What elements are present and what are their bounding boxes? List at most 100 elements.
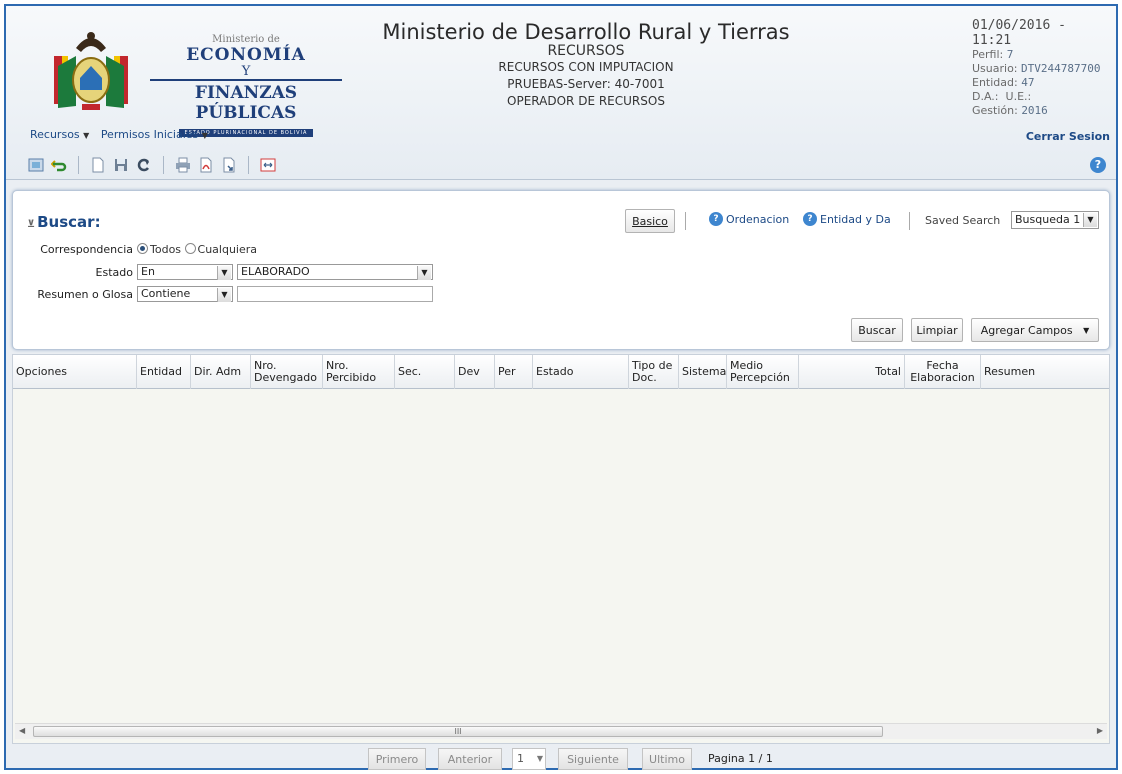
chevron-down-icon: ▼ bbox=[217, 288, 231, 302]
entidad-line: Entidad: 47 bbox=[972, 76, 1112, 90]
col-dev[interactable]: Dev bbox=[455, 355, 495, 389]
grid-header: Opciones Entidad Dir. Adm Nro. Devengado… bbox=[13, 355, 1109, 389]
chevron-down-icon: ▼ bbox=[1083, 213, 1097, 227]
resumen-operator-select[interactable]: Contiene ▼ bbox=[137, 286, 233, 302]
chevron-down-icon: ▼ bbox=[83, 131, 90, 140]
new-document-icon[interactable] bbox=[88, 155, 108, 175]
col-sec[interactable]: Sec. bbox=[395, 355, 455, 389]
help-circle-icon: ? bbox=[803, 212, 817, 226]
gestion-label: Gestión: bbox=[972, 104, 1018, 117]
chevron-down-icon: ▼ bbox=[536, 754, 543, 763]
logo-small-text: Ministerio de bbox=[212, 34, 280, 45]
radio-off-icon bbox=[184, 243, 196, 254]
last-page-button[interactable]: Ultimo bbox=[642, 748, 692, 770]
horizontal-scrollbar[interactable]: ◀ III ▶ bbox=[15, 723, 1107, 739]
agregar-campos-label: Agregar Campos bbox=[980, 323, 1073, 337]
scroll-right-icon[interactable]: ▶ bbox=[1097, 726, 1103, 735]
estado-operator-value: En bbox=[141, 265, 155, 278]
perfil-label: Perfil: bbox=[972, 48, 1004, 61]
basico-button[interactable]: Basico bbox=[625, 209, 675, 233]
toolbar-separator bbox=[78, 156, 79, 174]
limpiar-button[interactable]: Limpiar bbox=[911, 318, 963, 342]
search-panel: ⊻ Buscar: Basico ? Ordenacion ? Entidad y D… bbox=[12, 190, 1110, 350]
logo: Ministerio de ECONOMÍA Y FINANZAS PÚBLIC… bbox=[46, 26, 346, 137]
pdf-icon[interactable] bbox=[196, 155, 216, 175]
col-medio-percepcion[interactable]: Medio Percepción bbox=[727, 355, 799, 389]
search-title-label: Buscar: bbox=[37, 213, 101, 231]
col-nro-percibido[interactable]: Nro. Percibido bbox=[323, 355, 395, 389]
col-estado[interactable]: Estado bbox=[533, 355, 629, 389]
scroll-thumb[interactable]: III bbox=[33, 726, 883, 737]
header: Ministerio de ECONOMÍA Y FINANZAS PÚBLIC… bbox=[6, 6, 1116, 180]
logo-economia: ECONOMÍA bbox=[186, 45, 306, 65]
browse-icon[interactable] bbox=[26, 155, 46, 175]
radio-cualquiera[interactable]: Cualquiera bbox=[184, 243, 257, 256]
save-icon[interactable] bbox=[111, 155, 131, 175]
estado-value-select[interactable]: ELABORADO ▼ bbox=[237, 264, 433, 280]
export-icon[interactable] bbox=[219, 155, 239, 175]
module-title: RECURSOS bbox=[547, 43, 625, 59]
fit-width-icon[interactable] bbox=[258, 155, 278, 175]
chevron-down-icon: ▼ bbox=[1083, 325, 1090, 335]
col-fecha-elaboracion[interactable]: Fecha Elaboracion bbox=[905, 355, 981, 389]
ordenacion-link[interactable]: ? Ordenacion bbox=[709, 212, 789, 226]
saved-search-select[interactable]: Busqueda 1 ▼ bbox=[1011, 211, 1099, 229]
col-per[interactable]: Per bbox=[495, 355, 533, 389]
logout-link[interactable]: Cerrar Sesion bbox=[1026, 130, 1110, 143]
search-title[interactable]: ⊻ Buscar: bbox=[27, 213, 101, 231]
col-resumen[interactable]: Resumen bbox=[981, 355, 1109, 389]
submodule-title: RECURSOS CON IMPUTACION bbox=[498, 60, 674, 74]
ordenacion-label: Ordenacion bbox=[726, 212, 790, 226]
menu-permisos-label: Permisos Iniciales bbox=[100, 128, 199, 141]
correspondencia-label: Correspondencia bbox=[40, 243, 133, 256]
scroll-left-icon[interactable]: ◀ bbox=[19, 726, 25, 735]
perfil-line: Perfil: 7 bbox=[972, 48, 1112, 62]
chevron-down-icon: ▼ bbox=[201, 131, 208, 140]
logo-y: Y bbox=[150, 65, 342, 81]
menu-recursos[interactable]: Recursos ▼ bbox=[30, 128, 89, 141]
chevron-down-icon: ▼ bbox=[417, 266, 431, 280]
col-entidad[interactable]: Entidad bbox=[137, 355, 191, 389]
col-total[interactable]: Total bbox=[799, 355, 905, 389]
ministry-logo-text: Ministerio de ECONOMÍA Y FINANZAS PÚBLIC… bbox=[146, 34, 346, 137]
resumen-input[interactable] bbox=[237, 286, 433, 302]
collapse-toggle-icon[interactable]: ⊻ bbox=[27, 219, 35, 230]
first-page-button[interactable]: Primero bbox=[368, 748, 426, 770]
col-nro-devengado[interactable]: Nro. Devengado bbox=[251, 355, 323, 389]
entidad-link[interactable]: ? Entidad y Da bbox=[803, 212, 891, 226]
agregar-campos-button[interactable]: Agregar Campos ▼ bbox=[971, 318, 1099, 342]
next-page-button[interactable]: Siguiente bbox=[558, 748, 628, 770]
menu-recursos-label: Recursos bbox=[30, 128, 80, 141]
radio-on-icon bbox=[137, 243, 148, 254]
radio-todos[interactable]: Todos bbox=[137, 243, 181, 256]
header-title-block: Ministerio de Desarrollo Rural y Tierras… bbox=[366, 20, 806, 110]
perfil-value: 7 bbox=[1006, 48, 1014, 61]
entidad-value: 47 bbox=[1021, 76, 1035, 89]
role-title: OPERADOR DE RECURSOS bbox=[507, 94, 665, 108]
separator bbox=[909, 212, 910, 230]
col-sistema[interactable]: Sistema bbox=[679, 355, 727, 389]
pagination: Primero Anterior 1 ▼ Siguiente Ultimo Pag… bbox=[6, 748, 1116, 770]
buscar-button[interactable]: Buscar bbox=[851, 318, 903, 342]
undo-icon[interactable] bbox=[49, 155, 69, 175]
menu-permisos-iniciales[interactable]: Permisos Iniciales ▼ bbox=[101, 128, 208, 141]
correspondencia-radios: Todos Cualquiera bbox=[137, 243, 257, 256]
da-label: D.A.: bbox=[972, 90, 999, 103]
todos-label: Todos bbox=[150, 243, 182, 256]
col-opciones[interactable]: Opciones bbox=[13, 355, 137, 389]
estado-operator-select[interactable]: En ▼ bbox=[137, 264, 233, 280]
col-dir-adm[interactable]: Dir. Adm bbox=[191, 355, 251, 389]
col-tipo-doc[interactable]: Tipo de Doc. bbox=[629, 355, 679, 389]
gestion-line: Gestión: 2016 bbox=[972, 104, 1112, 118]
chevron-down-icon: ▼ bbox=[217, 266, 231, 280]
separator bbox=[685, 212, 686, 230]
page-select[interactable]: 1 ▼ bbox=[512, 748, 546, 770]
ministry-title: Ministerio de Desarrollo Rural y Tierras bbox=[382, 20, 790, 44]
main-menu: Recursos ▼ Permisos Iniciales ▼ bbox=[30, 128, 216, 141]
print-icon[interactable] bbox=[173, 155, 193, 175]
refresh-icon[interactable] bbox=[134, 155, 154, 175]
da-ue-line: D.A.: U.E.: bbox=[972, 90, 1112, 104]
results-grid: Opciones Entidad Dir. Adm Nro. Devengado… bbox=[12, 354, 1110, 744]
prev-page-button[interactable]: Anterior bbox=[438, 748, 502, 770]
help-icon[interactable]: ? bbox=[1090, 157, 1106, 173]
